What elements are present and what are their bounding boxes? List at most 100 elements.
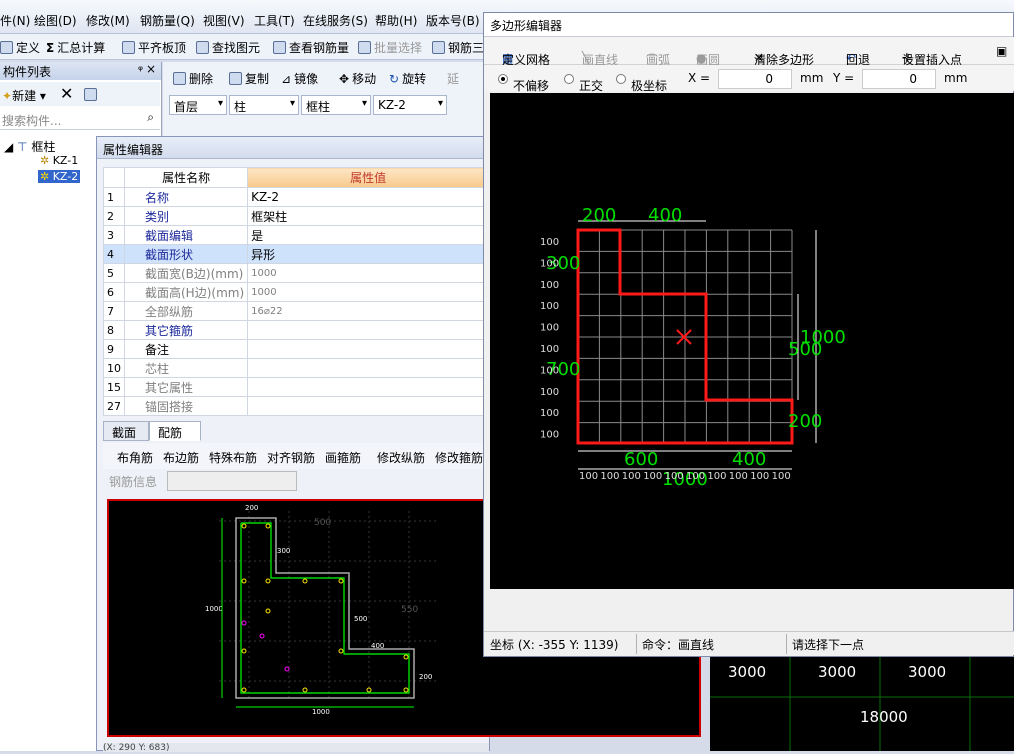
polygon-canvas[interactable]: 200 400 300 700 1000 500 200 600 400 100… [490,93,1014,589]
tab-rebar[interactable]: 配筋 [149,421,201,441]
rotate-button[interactable]: ↻ 旋转 [389,70,426,87]
radio-no-offset[interactable]: 不偏移 [498,71,549,93]
dim-label: 500 [788,339,822,360]
property-table: 属性名称 属性值 1 名称 KZ-2 2 类别 框架柱 3 截面编辑是 4 截面形状 异形 5截… [103,167,489,416]
flat-slab-icon [122,41,135,54]
dim-label: 200 [245,504,258,512]
tree-item-kz1[interactable]: ✲ KZ-1 [40,154,78,167]
pin-icon[interactable]: ᵠ [138,63,143,77]
new-icon: ✦ [2,89,13,103]
find-element-button[interactable]: 查找图元 [196,39,260,56]
table-row[interactable]: 9 备注 [103,339,489,359]
x-unit: mm [800,71,824,85]
menu-modify[interactable]: 修改(M) [86,12,130,29]
table-row[interactable]: 5 截面宽(B边)(mm) 1000 [103,263,489,283]
search-icon[interactable]: ⌕ [147,110,154,125]
subtype-select[interactable]: 框柱 [301,95,371,115]
tree-root[interactable]: ◢ ⊤ 框柱 [4,138,55,155]
radio-icon [616,73,626,84]
section-outline [235,517,415,699]
draw-stirrup-button[interactable]: 画箍筋 [325,449,361,466]
close-icon[interactable]: × [146,62,156,76]
move-icon: ✥ [339,71,350,86]
export-icon[interactable]: ▣ [996,44,1007,58]
table-row-selected[interactable]: 4 截面形状 异形 [103,244,489,264]
menu-help[interactable]: 帮助(H) [375,12,417,29]
table-row[interactable]: 7 全部纵筋 16⌀22 [103,301,489,321]
grid-cell-label: 100 [750,471,769,482]
delete-icon[interactable]: ✕ [60,84,73,103]
edit-toolbar: 删除 复制 ⊿镜像 ✥移动 ↻旋转 延 首层 柱 框柱 KZ-2 [163,62,490,138]
menu-version[interactable]: 版本号(B) [426,12,480,29]
grid-cell-label: 100 [622,471,641,482]
cad-label: 3000 [728,663,766,681]
grid-cell-label: 100 [729,471,748,482]
dim-label: 400 [648,205,682,226]
radio-polar[interactable]: 极坐标 [616,71,667,93]
tree-item-kz2[interactable]: ✲ KZ-2 [38,170,81,183]
batch-select-button[interactable]: 批量选择 [358,39,422,56]
radio-icon [564,73,574,84]
menu-rebar[interactable]: 钢筋量(Q) [140,12,195,29]
rebar-info-label: 钢筋信息 [109,475,158,489]
table-row[interactable]: 3 截面编辑是 [103,225,489,245]
tab-section[interactable]: 截面 [103,421,149,441]
menu-draw[interactable]: 绘图(D) [34,12,77,29]
table-row-expandable[interactable]: 27 锚固搭接 [103,396,489,416]
view-rebar-button[interactable]: 查看钢筋量 [273,39,349,56]
column-icon: ✲ [40,154,50,167]
copy-button[interactable]: 复制 [229,70,269,87]
table-row-expandable[interactable]: 10 芯柱 [103,358,489,378]
component-search[interactable]: 搜索构件... ⌕ [0,108,160,130]
menu-online[interactable]: 在线服务(S) [303,12,368,29]
grid-cell-label: 100 [665,471,684,482]
edit-stirrup-button[interactable]: 修改箍筋 [435,449,483,466]
table-row[interactable]: 6 截面高(H边)(mm) 1000 [103,282,489,302]
radio-icon [498,73,508,84]
menu-view[interactable]: 视图(V) [203,12,245,29]
grid-cell-label: 100 [686,471,705,482]
extend-button[interactable]: 延 [447,70,459,87]
define-button[interactable]: 定义 [0,39,40,56]
copy-icon[interactable] [84,88,97,101]
y-input[interactable]: 0 [862,69,936,89]
dim-label: 200 [582,205,616,226]
floor-select[interactable]: 首层 [169,95,227,115]
align-rebar-button[interactable]: 对齐钢筋 [267,449,315,466]
table-row[interactable]: 1 名称 KZ-2 [103,187,489,207]
table-row[interactable]: 8 其它箍筋 [103,320,489,340]
grid-cell-label: 100 [540,408,559,419]
search-input[interactable]: 搜索构件... [2,112,61,129]
type-select[interactable]: 柱 [229,95,299,115]
grid-cell-label: 100 [540,323,559,334]
x-input[interactable]: 0 [718,69,792,89]
edge-rebar-button[interactable]: 布边筋 [163,449,199,466]
mirror-button[interactable]: ⊿ 镜像 [281,70,318,87]
move-button[interactable]: ✥ 移动 [339,70,376,87]
x-label: X = [688,71,711,85]
special-rebar-button[interactable]: 特殊布筋 [209,449,257,466]
background-cad[interactable]: 3000 3000 3000 18000 [710,657,1014,751]
new-button[interactable]: ✦新建 ▾ [2,87,46,104]
property-editor-title: 属性编辑器 [97,137,489,159]
table-row[interactable]: 2 类别 框架柱 [103,206,489,226]
rebar-info-select[interactable] [167,471,297,491]
flat-slab-button[interactable]: 平齐板顶 [122,39,186,56]
table-row-expandable[interactable]: 15 其它属性 [103,377,489,397]
radio-ortho[interactable]: 正交 [564,71,603,93]
delete-button[interactable]: 删除 [173,70,213,87]
menu-file[interactable]: 件(N) [0,12,30,29]
grid-cell-label: 100 [540,387,559,398]
cad-label: 3000 [908,663,946,681]
rebar3d-button[interactable]: 钢筋三 [432,39,484,56]
sum-button[interactable]: Σ 汇总计算 [46,39,105,56]
grid-cell-label: 100 [540,344,559,355]
dim-label: 300 [277,547,290,555]
menu-tools[interactable]: 工具(T) [254,12,295,29]
edit-long-rebar-button[interactable]: 修改纵筋 [377,449,425,466]
define-icon [0,41,13,54]
mirror-icon: ⊿ [281,71,292,86]
component-select[interactable]: KZ-2 [373,95,447,115]
corner-rebar-button[interactable]: 布角筋 [117,449,153,466]
grid-cell-label: 100 [540,301,559,312]
